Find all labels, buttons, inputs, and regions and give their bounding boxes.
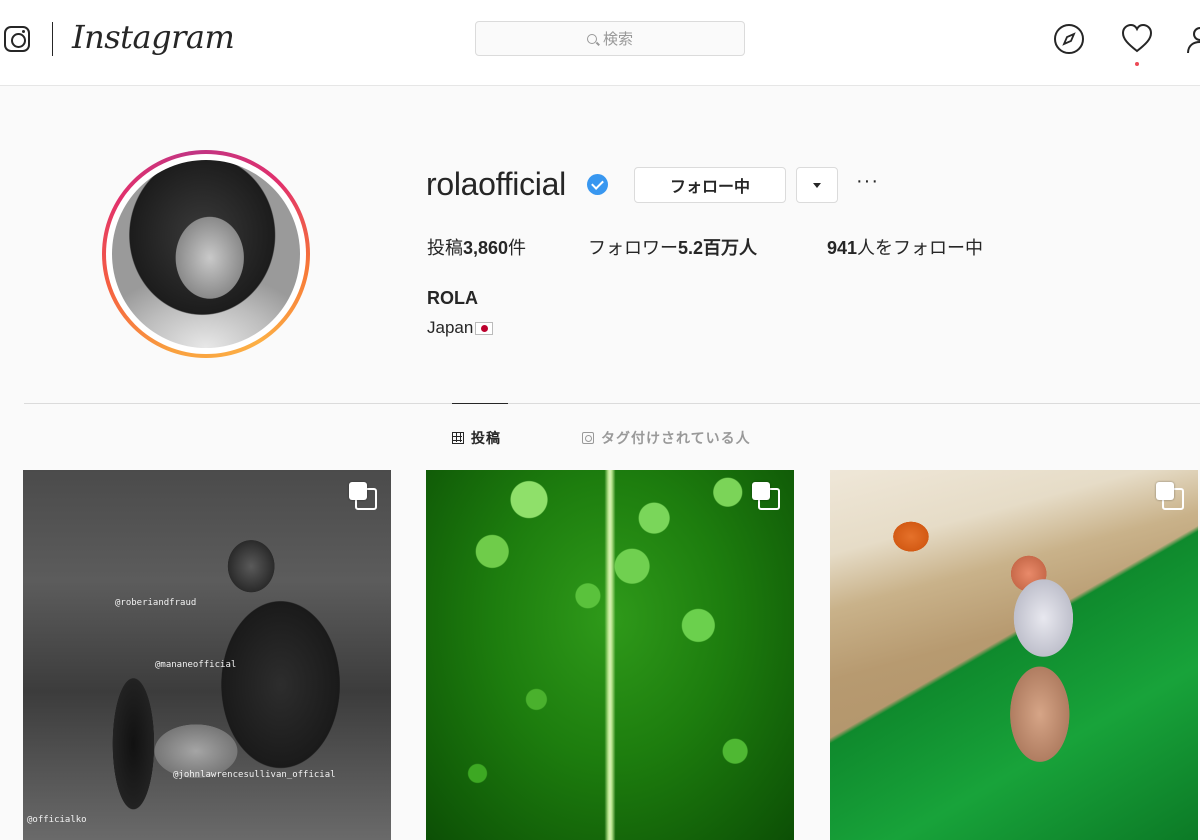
multiple-photos-icon: [752, 482, 780, 510]
profile-full-name: ROLA: [427, 288, 478, 308]
grid-icon: [452, 432, 464, 444]
instagram-wordmark-logo[interactable]: Instagram: [72, 18, 235, 56]
posts-count: 投稿3,860件: [427, 238, 527, 258]
tag-person-icon: [582, 432, 594, 444]
tab-tagged-label: タグ付けされている人: [601, 430, 751, 446]
profile-username: rolaofficial: [426, 166, 566, 202]
active-tab-indicator: [452, 403, 508, 404]
search-input[interactable]: 検索: [475, 21, 745, 56]
profile-avatar[interactable]: [102, 150, 310, 358]
profile-bio: Japan: [427, 318, 494, 338]
photo-tag: @johnlawrencesullivan_official: [173, 770, 336, 780]
suggested-accounts-dropdown-button[interactable]: [796, 167, 838, 203]
heart-icon[interactable]: [1120, 22, 1154, 56]
user-icon[interactable]: [1184, 22, 1200, 56]
post-thumbnail[interactable]: @roberiandfraud @mananeofficial @johnlaw…: [23, 470, 391, 840]
more-options-button[interactable]: ···: [856, 170, 879, 193]
tab-tagged[interactable]: タグ付けされている人: [582, 428, 751, 448]
verified-badge-icon: [587, 174, 608, 195]
caret-down-icon: [813, 182, 821, 188]
japan-flag-icon: [475, 321, 494, 335]
photo-tag: @mananeofficial: [155, 660, 237, 670]
photo-tag: @roberiandfraud: [115, 598, 197, 608]
post-thumbnail[interactable]: [426, 470, 794, 840]
top-navigation-bar: Instagram 検索: [0, 0, 1200, 86]
tab-posts-label: 投稿: [471, 430, 501, 446]
instagram-glyph-icon[interactable]: [4, 26, 30, 52]
search-placeholder: 検索: [602, 31, 633, 48]
multiple-photos-icon: [1156, 482, 1184, 510]
following-link[interactable]: 941人をフォロー中: [827, 234, 983, 260]
notification-dot: [1135, 62, 1139, 66]
search-icon: [586, 33, 597, 44]
multiple-photos-icon: [349, 482, 377, 510]
avatar-photo: [112, 160, 300, 348]
explore-compass-icon[interactable]: [1052, 22, 1086, 56]
followers-link[interactable]: フォロワー5.2百万人: [588, 234, 757, 260]
logo-divider: [52, 22, 53, 56]
following-button[interactable]: フォロー中: [634, 167, 786, 203]
photo-tag: @officialko: [27, 815, 87, 825]
bio-text: Japan: [427, 318, 474, 337]
tab-posts[interactable]: 投稿: [452, 428, 501, 448]
tabs-divider: [24, 403, 1200, 404]
post-thumbnail[interactable]: [830, 470, 1198, 840]
